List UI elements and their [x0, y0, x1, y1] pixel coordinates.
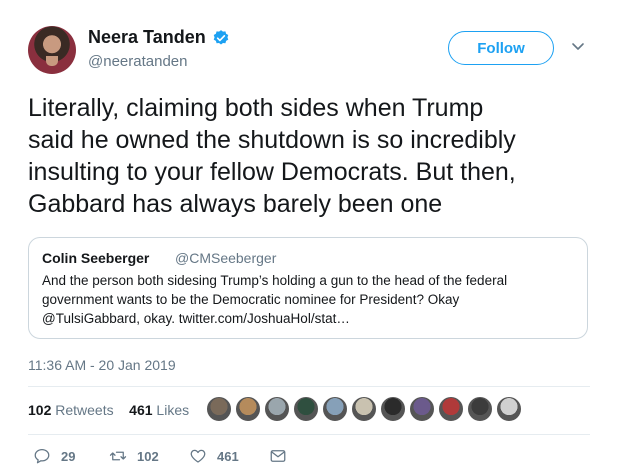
liker-avatar[interactable]	[438, 396, 464, 422]
author-avatar[interactable]	[28, 26, 76, 74]
retweet-count: 102	[137, 448, 159, 464]
quoted-line: And the person both sidesing Trump’s hol…	[42, 273, 508, 288]
quoted-text: And the person both sidesing Trump’s hol…	[42, 271, 582, 328]
engagement-stats: 102 Retweets 461 Likes	[28, 402, 189, 418]
reply-count: 29	[61, 448, 76, 464]
liker-avatar[interactable]	[467, 396, 493, 422]
direct-message-button[interactable]	[269, 447, 297, 465]
quoted-author-name: Colin Seeberger	[42, 250, 150, 266]
quoted-line: government wants to be the Democratic no…	[42, 292, 460, 307]
message-icon	[270, 450, 286, 462]
liker-avatar[interactable]	[206, 396, 232, 422]
liker-avatar[interactable]	[293, 396, 319, 422]
liker-avatar[interactable]	[496, 396, 522, 422]
like-button[interactable]: 461	[189, 447, 239, 465]
quoted-author-handle: @CMSeeberger	[175, 250, 277, 266]
likes-label: Likes	[156, 402, 190, 418]
tweet-text: Literally, claiming both sides when Trum…	[28, 92, 613, 220]
author-name[interactable]: Neera Tanden	[88, 27, 206, 48]
tweet-line: insulting to your fellow Democrats. But …	[28, 158, 516, 186]
divider	[28, 386, 590, 387]
retweet-button[interactable]: 102	[109, 447, 159, 465]
reply-icon	[34, 448, 50, 464]
retweets-count: 102	[28, 402, 52, 418]
liker-avatar[interactable]	[264, 396, 290, 422]
reply-button[interactable]: 29	[33, 447, 75, 465]
like-stat[interactable]: 461 Likes	[129, 402, 189, 418]
liker-facepile	[206, 396, 525, 424]
divider	[28, 434, 590, 435]
chevron-down-icon[interactable]	[569, 40, 587, 54]
timestamp[interactable]: 11:36 AM - 20 Jan 2019	[28, 357, 176, 373]
retweet-icon	[109, 451, 127, 461]
retweets-label: Retweets	[55, 402, 114, 418]
liker-avatar[interactable]	[235, 396, 261, 422]
tweet-line: Gabbard has always barely been one	[28, 190, 443, 218]
quoted-tweet[interactable]: Colin Seeberger @CMSeeberger And the per…	[28, 237, 588, 339]
verified-icon	[213, 30, 229, 45]
like-count: 461	[217, 448, 239, 464]
liker-avatar[interactable]	[351, 396, 377, 422]
likes-count: 461	[129, 402, 153, 418]
tweet-line: Literally, claiming both sides when Trum…	[28, 94, 484, 122]
like-icon	[190, 449, 206, 463]
liker-avatar[interactable]	[409, 396, 435, 422]
author-handle[interactable]: @neeratanden	[88, 53, 187, 70]
retweet-stat[interactable]: 102 Retweets	[28, 402, 114, 418]
quoted-line: @TulsiGabbard, okay. twitter.com/JoshuaH…	[42, 311, 350, 326]
follow-button[interactable]: Follow	[448, 31, 554, 65]
tweet-line: said he owned the shutdown is so incredi…	[28, 126, 516, 154]
liker-avatar[interactable]	[380, 396, 406, 422]
liker-avatar[interactable]	[322, 396, 348, 422]
